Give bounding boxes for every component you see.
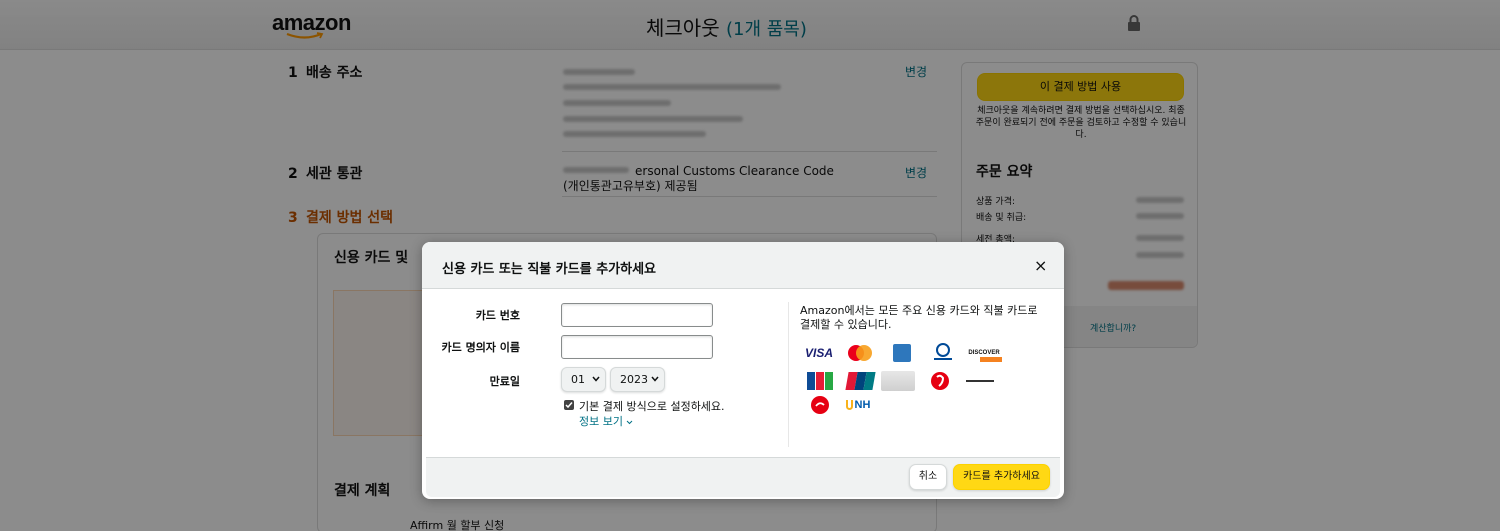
shinhan-card-logo (962, 370, 998, 392)
generic-card-logo (880, 370, 916, 392)
nh-card-logo: NH (840, 394, 876, 416)
cardholder-name-input[interactable] (561, 335, 713, 359)
expiry-year-value: 2023 (620, 373, 648, 386)
expiry-label: 만료일 (489, 375, 520, 388)
add-card-modal: 신용 카드 또는 직불 카드를 추가하세요 × 카드 번호 카드 명의자 이름 … (422, 242, 1064, 499)
amex-logo (884, 342, 920, 364)
card-number-label: 카드 번호 (475, 309, 520, 322)
lotte-icon (931, 372, 949, 390)
expiry-month-select[interactable]: 01 (561, 367, 606, 392)
cancel-button[interactable]: 취소 (909, 464, 947, 490)
chevron-down-icon (651, 376, 659, 382)
expiry-month-value: 01 (571, 373, 585, 386)
default-payment-checkbox[interactable] (564, 400, 574, 410)
cardholder-name-label: 카드 명의자 이름 (441, 341, 521, 354)
discover-logo: DISCOVER (964, 342, 1004, 364)
mastercard-logo (842, 342, 878, 364)
chevron-down-icon (592, 376, 600, 382)
close-icon[interactable]: × (1034, 256, 1047, 275)
check-icon (565, 402, 573, 409)
jcb-logo (802, 370, 838, 392)
accepted-cards-text: Amazon에서는 모든 주요 신용 카드와 직불 카드로 결제할 수 있습니다… (800, 304, 1038, 331)
card-number-input[interactable] (561, 303, 713, 327)
modal-title: 신용 카드 또는 직불 카드를 추가하세요 (442, 262, 656, 277)
hyundai-icon (811, 396, 829, 414)
info-link[interactable]: 정보 보기 (579, 413, 633, 429)
diners-club-logo (925, 342, 961, 364)
modal-divider (788, 302, 789, 447)
add-card-button[interactable]: 카드를 추가하세요 (953, 464, 1050, 490)
chevron-down-icon (627, 420, 633, 425)
diners-club-icon (934, 343, 952, 360)
lotte-card-logo (922, 370, 958, 392)
visa-logo: VISA (804, 346, 833, 360)
default-payment-label[interactable]: 기본 결제 방식으로 설정하세요. (579, 398, 725, 414)
expiry-year-select[interactable]: 2023 (610, 367, 665, 392)
mastercard-icon (848, 345, 872, 361)
hyundai-card-logo (802, 394, 838, 416)
unionpay-logo (842, 370, 878, 392)
modal-header: 신용 카드 또는 직불 카드를 추가하세요 × (422, 242, 1064, 289)
